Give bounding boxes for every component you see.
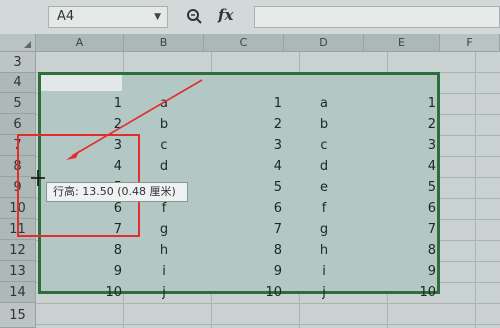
spreadsheet-window: A4 ▼ fx A B C D E F 3 4 5 6 7 8 9 10 11 …	[0, 0, 500, 328]
row-resize-cursor-icon	[31, 170, 45, 186]
row-height-tooltip: 行高: 13.50 (0.48 厘米)	[46, 182, 188, 202]
